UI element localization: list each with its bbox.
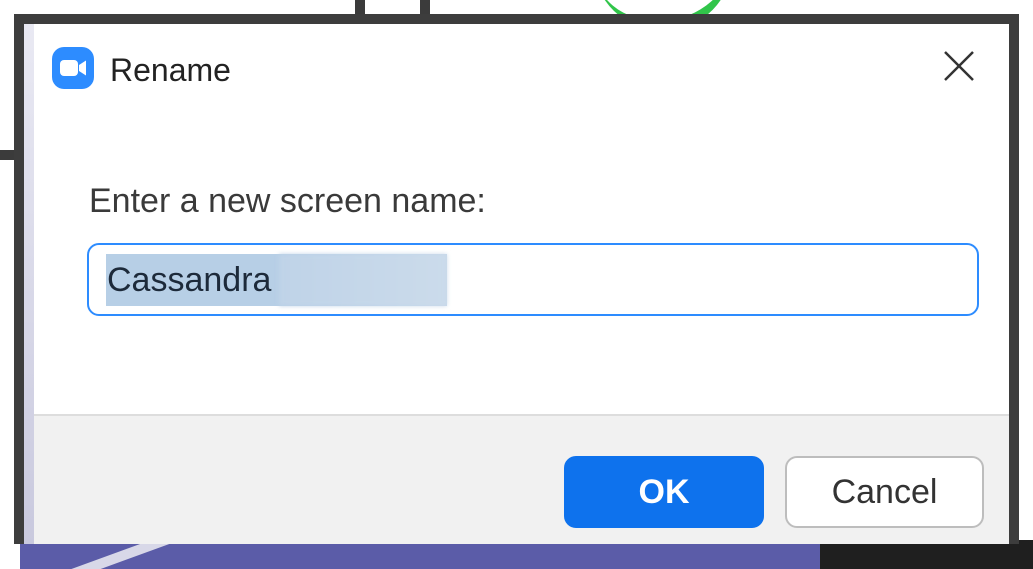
dialog-left-edge	[24, 24, 34, 544]
cancel-button[interactable]: Cancel	[785, 456, 984, 528]
dialog-body: Rename Enter a new screen name: OK Cance…	[34, 24, 1009, 544]
prompt-label: Enter a new screen name:	[89, 182, 486, 220]
close-button[interactable]	[937, 44, 981, 88]
screen: Rename Enter a new screen name: OK Cance…	[0, 0, 1033, 569]
rename-dialog: Rename Enter a new screen name: OK Cance…	[14, 14, 1019, 544]
title-bar: Rename	[34, 24, 1009, 104]
dialog-title: Rename	[110, 52, 231, 88]
screen-name-input[interactable]	[107, 256, 447, 304]
ok-button[interactable]: OK	[564, 456, 764, 528]
screen-name-field[interactable]	[87, 243, 979, 316]
dialog-footer: OK Cancel	[34, 414, 1009, 544]
close-icon	[944, 51, 974, 81]
background-dark-area	[820, 540, 1033, 569]
zoom-camera-icon	[52, 47, 94, 89]
